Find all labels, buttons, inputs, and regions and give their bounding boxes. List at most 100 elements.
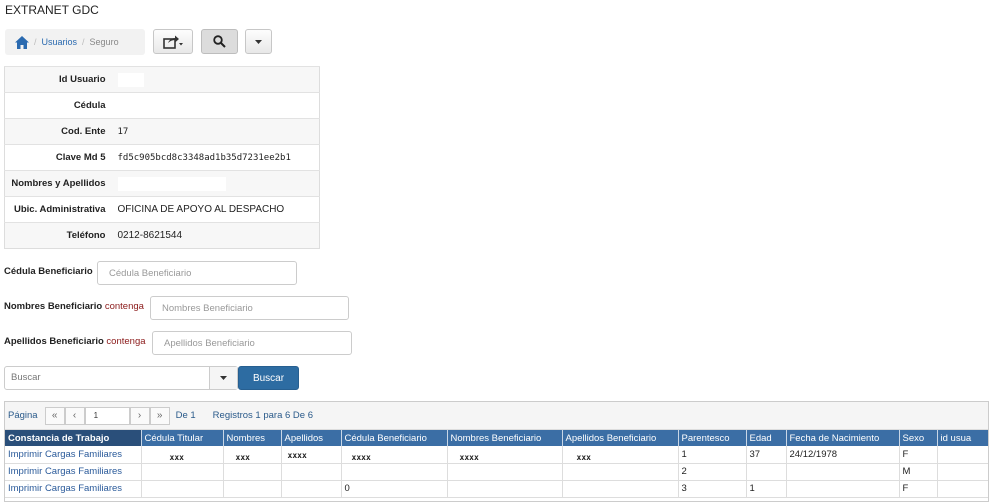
caret-down-icon	[220, 376, 227, 380]
table-cell: M	[899, 463, 938, 481]
home-icon[interactable]	[15, 35, 29, 49]
breadcrumb-separator: /	[82, 37, 85, 47]
table-cell: xxxx	[281, 446, 342, 464]
info-row-nombres: Nombres y Apellidos	[4, 170, 320, 197]
info-label: Clave Md 5	[4, 144, 112, 171]
last-page-button[interactable]: »	[149, 406, 170, 425]
user-info-table: Id Usuario Cédula Cod. Ente 17 Clave Md …	[4, 66, 320, 249]
info-value	[111, 92, 320, 119]
table-cell: xxx	[562, 446, 679, 464]
print-family-link[interactable]: Imprimir Cargas Familiares	[5, 463, 142, 481]
info-label: Nombres y Apellidos	[4, 170, 112, 197]
column-header[interactable]: Sexo	[899, 430, 938, 446]
table-row[interactable]: Imprimir Cargas Familiares xxx xxx xxxx …	[5, 446, 988, 464]
column-header[interactable]: Cédula Titular	[141, 430, 224, 446]
redacted-value	[117, 176, 226, 191]
table-cell	[341, 463, 448, 481]
search-field-select[interactable]: Buscar	[4, 366, 238, 390]
contains-qualifier: contenga	[104, 301, 144, 312]
info-label: Cédula	[4, 92, 112, 119]
breadcrumb-item-seguro: Seguro	[89, 37, 119, 47]
info-row-clave-md5: Clave Md 5 fd5c905bcd8c3348ad1b35d7231ee…	[4, 144, 320, 171]
table-cell	[223, 480, 282, 498]
column-header[interactable]: Apellidos	[281, 430, 342, 446]
info-value: 0212-8621544	[111, 222, 320, 249]
table-cell: 1	[678, 446, 747, 464]
column-header[interactable]: Parentesco	[678, 430, 747, 446]
info-value	[111, 170, 320, 197]
export-button[interactable]	[153, 29, 193, 54]
table-cell: 2	[678, 463, 747, 481]
table-cell	[746, 463, 787, 481]
options-dropdown-button[interactable]	[245, 29, 272, 54]
caret-down-icon	[255, 39, 262, 44]
table-row[interactable]: Imprimir Cargas Familiares 2 M	[5, 463, 988, 481]
table-cell	[937, 463, 988, 481]
table-cell: F	[899, 446, 938, 464]
column-header[interactable]: id usua	[937, 430, 988, 446]
table-cell	[281, 463, 342, 481]
nombres-beneficiario-label: Nombres Beneficiario contenga	[4, 301, 144, 312]
pager-label: Página	[8, 410, 38, 421]
table-cell	[937, 480, 988, 498]
table-cell: 37	[746, 446, 787, 464]
search-toggle-button[interactable]	[201, 29, 238, 54]
column-header[interactable]: Nombres Beneficiario	[447, 430, 563, 446]
table-cell: 24/12/1978	[786, 446, 900, 464]
table-row[interactable]: Imprimir Cargas Familiares 0 3 1 F	[5, 480, 988, 498]
redacted-value	[117, 72, 144, 87]
table-cell: 3	[678, 480, 747, 498]
print-family-link[interactable]: Imprimir Cargas Familiares	[5, 480, 142, 498]
pager: Página « ‹ 1 › » De 1 Registros 1 para 6…	[5, 402, 988, 430]
first-page-button[interactable]: «	[44, 406, 65, 425]
nombres-beneficiario-input[interactable]	[150, 296, 349, 320]
next-page-button[interactable]: ›	[129, 406, 150, 425]
table-cell	[447, 463, 563, 481]
info-value: 17	[111, 118, 320, 145]
search-select-value: Buscar	[11, 372, 41, 383]
breadcrumb-item-usuarios[interactable]: Usuarios	[42, 37, 78, 47]
prev-page-button[interactable]: ‹	[64, 406, 85, 425]
table-cell	[786, 480, 900, 498]
table-cell	[562, 463, 679, 481]
table-cell	[281, 480, 342, 498]
page-count: De 1	[175, 410, 196, 421]
cedula-beneficiario-input[interactable]	[97, 261, 297, 285]
table-cell: 1	[746, 480, 787, 498]
beneficiaries-grid: Página « ‹ 1 › » De 1 Registros 1 para 6…	[4, 401, 989, 502]
info-label: Ubic. Administrativa	[4, 196, 112, 223]
info-label: Id Usuario	[4, 66, 112, 93]
table-cell: 0	[341, 480, 448, 498]
page-number-input[interactable]: 1	[84, 406, 130, 425]
app-title: EXTRANET GDC	[5, 3, 99, 17]
column-header[interactable]: Apellidos Beneficiario	[562, 430, 679, 446]
apellidos-beneficiario-input[interactable]	[152, 331, 352, 355]
search-select-toggle[interactable]	[209, 367, 237, 389]
info-row-ubicacion: Ubic. Administrativa OFICINA DE APOYO AL…	[4, 196, 320, 223]
grid-table: Constancia de Trabajo Cédula Titular Nom…	[5, 430, 988, 498]
search-icon	[213, 35, 226, 48]
buscar-button[interactable]: Buscar	[238, 366, 299, 390]
cedula-beneficiario-label: Cédula Beneficiario	[4, 266, 93, 277]
info-value	[111, 66, 320, 93]
table-cell	[141, 463, 224, 481]
column-header[interactable]: Edad	[746, 430, 787, 446]
table-cell	[447, 480, 563, 498]
contains-qualifier: contenga	[106, 336, 146, 347]
table-cell: xxxx	[341, 446, 448, 464]
column-header[interactable]: Cédula Beneficiario	[341, 430, 448, 446]
table-cell	[141, 480, 224, 498]
table-cell: xxxx	[447, 446, 563, 464]
print-family-link[interactable]: Imprimir Cargas Familiares	[5, 446, 142, 464]
column-header[interactable]: Nombres	[223, 430, 282, 446]
share-export-icon	[163, 35, 183, 49]
table-cell	[786, 463, 900, 481]
table-cell	[937, 446, 988, 464]
column-header[interactable]: Fecha de Nacimiento	[786, 430, 900, 446]
info-label: Teléfono	[4, 222, 112, 249]
column-header[interactable]: Constancia de Trabajo	[5, 430, 142, 446]
table-cell	[562, 480, 679, 498]
table-cell: F	[899, 480, 938, 498]
info-row-telefono: Teléfono 0212-8621544	[4, 222, 320, 249]
table-cell: xxx	[223, 446, 282, 464]
